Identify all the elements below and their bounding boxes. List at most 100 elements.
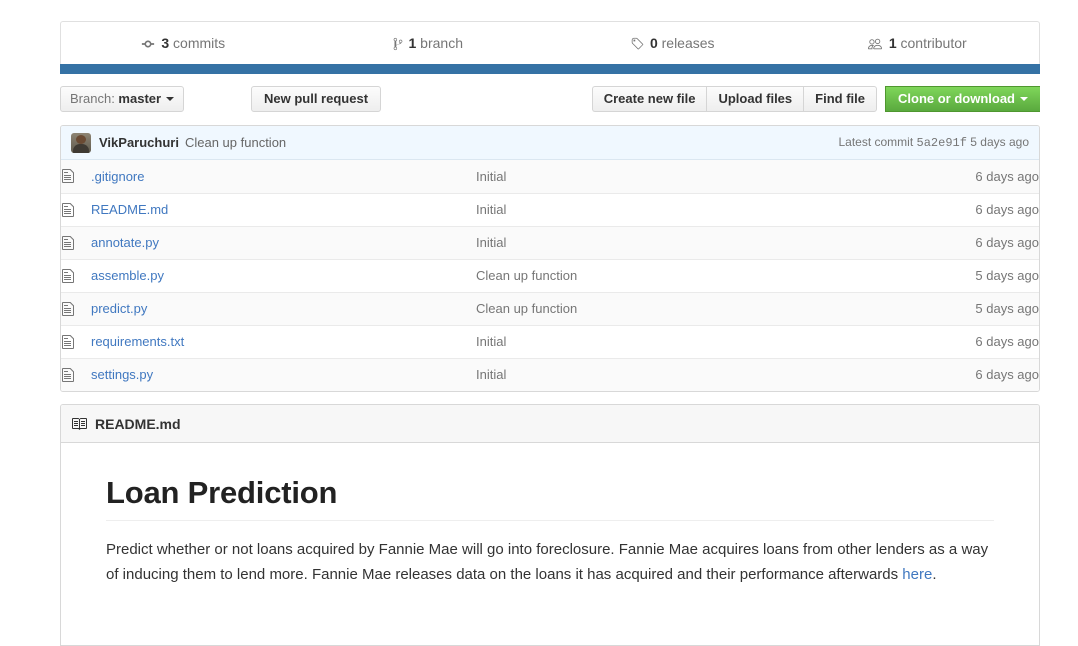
branch-name-label: master (118, 91, 161, 106)
tag-icon (630, 37, 644, 51)
readme-paragraph-text: Predict whether or not loans acquired by… (106, 541, 988, 583)
file-name-cell: settings.py (91, 358, 476, 391)
branch-prefix-label: Branch: (70, 91, 118, 106)
file-icon-cell (61, 193, 91, 226)
file-message-cell[interactable]: Clean up function (476, 292, 889, 325)
table-row[interactable]: predict.py Clean up function5 days ago (61, 292, 1039, 325)
stat-commits-count: 3 (161, 35, 169, 51)
latest-commit-bar: VikParuchuri Clean up function Latest co… (61, 126, 1039, 160)
table-row[interactable]: requirements.txt Initial6 days ago (61, 325, 1039, 358)
readme-content: Loan Prediction Predict whether or not l… (61, 443, 1039, 587)
avatar (71, 133, 91, 153)
file-icon (61, 235, 91, 251)
file-name-cell: .gitignore (91, 160, 476, 193)
branch-icon (393, 37, 403, 51)
stat-branches-label: branch (416, 35, 463, 51)
table-row[interactable]: .gitignore Initial6 days ago (61, 160, 1039, 193)
upload-files-button[interactable]: Upload files (706, 86, 803, 112)
file-name-link[interactable]: predict.py (91, 301, 147, 316)
table-row[interactable]: README.md Initial6 days ago (61, 193, 1039, 226)
file-icon (61, 202, 91, 218)
table-row[interactable]: settings.py Initial6 days ago (61, 358, 1039, 391)
file-age-cell: 5 days ago (889, 292, 1039, 325)
file-age-cell: 5 days ago (889, 259, 1039, 292)
readme-header: README.md (61, 405, 1039, 443)
book-icon (71, 416, 87, 432)
file-name-cell: predict.py (91, 292, 476, 325)
commit-sha-link[interactable]: 5a2e91f (917, 136, 967, 150)
file-icon (61, 367, 91, 383)
readme-paragraph-tail: . (932, 566, 936, 583)
readme-header-label: README.md (95, 416, 181, 432)
file-age-cell: 6 days ago (889, 226, 1039, 259)
file-name-link[interactable]: annotate.py (91, 235, 159, 250)
file-icon-cell (61, 292, 91, 325)
stat-commits-label: commits (169, 35, 225, 51)
table-row[interactable]: assemble.py Clean up function5 days ago (61, 259, 1039, 292)
stat-contributors-count: 1 (889, 35, 897, 51)
file-message-cell[interactable]: Initial (476, 325, 889, 358)
file-list-box: VikParuchuri Clean up function Latest co… (60, 125, 1040, 392)
readme-title: Loan Prediction (106, 475, 994, 521)
file-icon-cell (61, 325, 91, 358)
repo-actions-group: Create new file Upload files Find file C… (592, 86, 1040, 112)
readme-box: README.md Loan Prediction Predict whethe… (60, 404, 1040, 646)
repo-stats-box: 3 commits 1 branch 0 releases 1 contribu… (60, 21, 1040, 66)
file-name-link[interactable]: requirements.txt (91, 334, 184, 349)
table-row[interactable]: annotate.py Initial6 days ago (61, 226, 1039, 259)
file-message-cell[interactable]: Initial (476, 358, 889, 391)
file-icon (61, 268, 91, 284)
file-age-cell: 6 days ago (889, 193, 1039, 226)
stat-releases-count: 0 (650, 35, 658, 51)
file-icon (61, 168, 91, 184)
file-message-cell[interactable]: Initial (476, 226, 889, 259)
file-table: .gitignoreInitial6 days agoREADME.mdInit… (61, 160, 1039, 391)
file-icon-cell (61, 259, 91, 292)
commit-icon (141, 37, 155, 51)
file-icon (61, 301, 91, 317)
branch-selector-button[interactable]: Branch: master (60, 86, 184, 112)
stat-releases[interactable]: 0 releases (550, 36, 795, 51)
stat-contributors[interactable]: 1 contributor (795, 36, 1040, 51)
commit-message-link[interactable]: Clean up function (185, 135, 286, 150)
chevron-down-icon (166, 97, 174, 101)
stat-contributors-label: contributor (897, 35, 967, 51)
file-name-link[interactable]: README.md (91, 202, 168, 217)
repository-page: 3 commits 1 branch 0 releases 1 contribu… (0, 0, 1078, 646)
file-age-cell: 6 days ago (889, 358, 1039, 391)
file-name-link[interactable]: settings.py (91, 367, 153, 382)
commit-age: 5 days ago (970, 135, 1029, 149)
repo-toolbar: Branch: master New pull request Create n… (60, 86, 1040, 114)
commit-author-link[interactable]: VikParuchuri (99, 135, 179, 150)
clone-or-download-button[interactable]: Clone or download (885, 86, 1040, 112)
stat-branches[interactable]: 1 branch (306, 36, 551, 51)
stat-commits[interactable]: 3 commits (61, 36, 306, 51)
file-icon (61, 334, 91, 350)
file-message-cell[interactable]: Initial (476, 160, 889, 193)
file-age-cell: 6 days ago (889, 325, 1039, 358)
new-pull-request-button[interactable]: New pull request (251, 86, 381, 112)
file-name-link[interactable]: assemble.py (91, 268, 164, 283)
file-icon-cell (61, 160, 91, 193)
file-icon-cell (61, 226, 91, 259)
stat-releases-label: releases (658, 35, 715, 51)
file-name-cell: README.md (91, 193, 476, 226)
file-name-link[interactable]: .gitignore (91, 169, 144, 184)
people-icon (867, 37, 883, 51)
create-new-file-button[interactable]: Create new file (592, 86, 707, 112)
file-icon-cell (61, 358, 91, 391)
here-link[interactable]: here (902, 566, 932, 583)
readme-paragraph: Predict whether or not loans acquired by… (106, 537, 994, 587)
file-message-cell[interactable]: Initial (476, 193, 889, 226)
language-color-bar (60, 64, 1040, 74)
numbers-summary: 3 commits 1 branch 0 releases 1 contribu… (61, 22, 1039, 65)
file-name-cell: requirements.txt (91, 325, 476, 358)
file-age-cell: 6 days ago (889, 160, 1039, 193)
chevron-down-icon (1020, 97, 1028, 101)
latest-commit-label: Latest commit (838, 135, 913, 149)
file-name-cell: annotate.py (91, 226, 476, 259)
file-message-cell[interactable]: Clean up function (476, 259, 889, 292)
clone-or-download-label: Clone or download (898, 91, 1015, 106)
find-file-button[interactable]: Find file (803, 86, 877, 112)
file-name-cell: assemble.py (91, 259, 476, 292)
